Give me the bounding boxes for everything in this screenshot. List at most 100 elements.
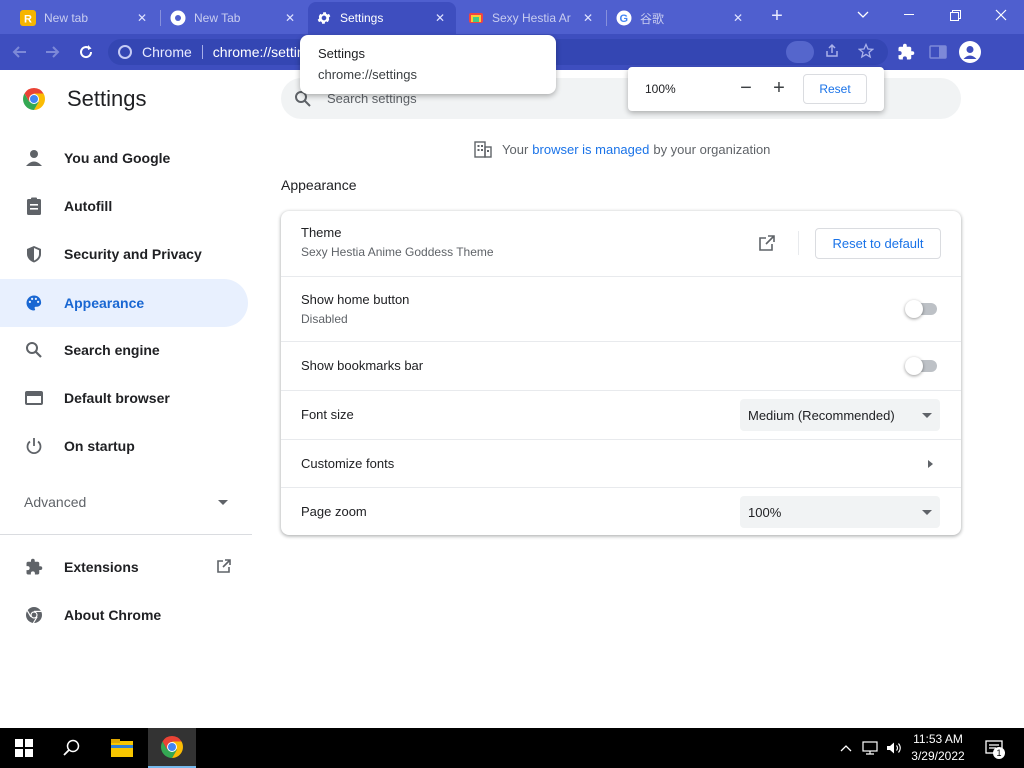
browser-window-icon	[24, 388, 44, 408]
chevron-down-icon	[218, 500, 228, 505]
palette-icon	[24, 293, 44, 313]
notification-badge: 1	[993, 747, 1005, 759]
forward-arrow-icon[interactable]	[38, 38, 66, 66]
open-external-icon	[216, 558, 232, 577]
close-tab-icon[interactable]: ✕	[432, 11, 448, 25]
tab-title: Sexy Hestia Ar	[492, 11, 571, 25]
sidebar-item-default-browser[interactable]: Default browser	[0, 374, 248, 422]
sidebar-item-you-and-google[interactable]: You and Google	[0, 134, 248, 182]
zoom-out-button[interactable]: −	[735, 78, 757, 100]
tab-settings[interactable]: Settings ✕	[308, 2, 456, 34]
reddit-r-icon: R	[20, 10, 36, 26]
sidebar-item-label: You and Google	[64, 150, 171, 166]
reload-icon[interactable]	[72, 38, 100, 66]
close-tab-icon[interactable]: ✕	[134, 11, 150, 25]
chrome-logo-icon	[22, 87, 46, 111]
page-title: Settings	[67, 86, 147, 111]
sidebar-item-autofill[interactable]: Autofill	[0, 182, 248, 230]
page-zoom-label: Page zoom	[301, 504, 367, 519]
chrome-icon	[170, 10, 186, 26]
extensions-puzzle-icon[interactable]	[892, 38, 920, 66]
taskbar-chrome-icon[interactable]	[148, 728, 196, 768]
tab-new-tab-1[interactable]: R New tab ✕	[12, 2, 158, 34]
back-arrow-icon[interactable]	[6, 38, 34, 66]
theme-label: Theme	[301, 225, 342, 240]
notification-center-icon[interactable]: 1	[984, 739, 1005, 759]
volume-icon[interactable]	[886, 740, 902, 756]
sidebar-item-extensions[interactable]: Extensions	[0, 543, 248, 591]
network-icon[interactable]	[862, 740, 878, 756]
home-button-label: Show home button	[301, 292, 410, 307]
taskbar-search-icon[interactable]	[48, 728, 96, 768]
tab-title: Settings	[340, 11, 384, 25]
rainbow-icon	[468, 10, 484, 26]
managed-link[interactable]: browser is managed	[532, 142, 649, 157]
bookmarks-bar-row[interactable]: Show bookmarks bar	[281, 341, 961, 390]
tab-sexy-hestia[interactable]: Sexy Hestia Ar ✕	[460, 2, 604, 34]
close-window-button[interactable]	[978, 0, 1024, 30]
tab-search-chevron-icon[interactable]	[840, 0, 886, 30]
file-explorer-icon[interactable]	[98, 728, 146, 768]
profile-avatar-icon[interactable]	[956, 38, 984, 66]
open-external-icon[interactable]	[758, 234, 776, 252]
new-tab-button[interactable]: +	[764, 5, 790, 29]
zoom-icon[interactable]	[786, 41, 814, 63]
taskbar-clock[interactable]: 11:53 AM 3/29/2022	[905, 731, 971, 765]
close-tab-icon[interactable]: ✕	[580, 11, 596, 25]
restore-button[interactable]	[932, 0, 978, 30]
tray-chevron-up-icon[interactable]	[838, 740, 854, 756]
sidebar-item-search-engine[interactable]: Search engine	[0, 326, 248, 374]
page-zoom-row: Page zoom 100%	[281, 487, 961, 535]
sidebar-item-appearance[interactable]: Appearance	[0, 279, 248, 327]
close-tab-icon[interactable]: ✕	[730, 11, 746, 25]
tab-title: New Tab	[194, 11, 241, 25]
bookmark-star-icon[interactable]	[857, 42, 875, 62]
bookmarks-bar-toggle[interactable]	[905, 357, 937, 375]
sidebar-item-security[interactable]: Security and Privacy	[0, 230, 248, 278]
clock-time: 11:53 AM	[913, 732, 963, 746]
tab-strip: R New tab ✕ New Tab ✕ Settings ✕ Sexy He…	[0, 0, 1024, 34]
person-icon	[24, 148, 44, 168]
sidebar-advanced-toggle[interactable]: Advanced	[24, 490, 234, 514]
clock-date: 3/29/2022	[911, 749, 965, 763]
power-icon	[24, 436, 44, 456]
dropdown-arrow-icon	[922, 413, 932, 418]
sidebar-item-label: Extensions	[64, 559, 139, 575]
font-size-select[interactable]: Medium (Recommended)	[740, 399, 940, 431]
chrome-site-icon	[118, 45, 132, 59]
minimize-button[interactable]	[886, 0, 932, 30]
theme-row: Theme Sexy Hestia Anime Goddess Theme Re…	[281, 211, 961, 276]
tab-google[interactable]: G 谷歌 ✕	[608, 2, 754, 34]
home-button-row[interactable]: Show home button Disabled	[281, 276, 961, 341]
omnibox-brand: Chrome	[142, 44, 192, 60]
zoom-in-button[interactable]: +	[768, 78, 790, 100]
share-icon[interactable]	[824, 43, 840, 62]
sidebar-item-label: About Chrome	[64, 607, 162, 623]
hover-card-url: chrome://settings	[318, 67, 417, 82]
tab-title: New tab	[44, 11, 89, 25]
zoom-bubble: 100% − + Reset	[628, 67, 884, 111]
dropdown-arrow-icon	[922, 510, 932, 515]
sidebar-item-label: Search engine	[64, 342, 160, 358]
page-zoom-select[interactable]: 100%	[740, 496, 940, 528]
tab-hover-card: Settings chrome://settings	[300, 35, 556, 94]
home-button-toggle[interactable]	[905, 300, 937, 318]
sidebar-divider	[0, 534, 252, 535]
sidebar-item-label: Security and Privacy	[64, 246, 202, 262]
managed-suffix: by your organization	[653, 141, 771, 157]
close-tab-icon[interactable]: ✕	[282, 11, 298, 25]
zoom-level: 100%	[645, 82, 676, 96]
windows-start-icon[interactable]	[0, 728, 48, 768]
page-zoom-value: 100%	[748, 504, 782, 520]
tab-new-tab-2[interactable]: New Tab ✕	[162, 2, 306, 34]
sidebar-item-about-chrome[interactable]: About Chrome	[0, 591, 248, 639]
svg-text:G: G	[620, 13, 629, 25]
theme-value: Sexy Hestia Anime Goddess Theme	[301, 245, 494, 259]
reset-to-default-button[interactable]: Reset to default	[815, 228, 941, 259]
sidebar-item-on-startup[interactable]: On startup	[0, 422, 248, 470]
sidebar-item-label: On startup	[64, 438, 135, 454]
reading-list-icon[interactable]	[924, 38, 952, 66]
zoom-reset-button[interactable]: Reset	[803, 74, 867, 104]
customize-fonts-row[interactable]: Customize fonts	[281, 439, 961, 487]
advanced-label: Advanced	[24, 494, 87, 510]
